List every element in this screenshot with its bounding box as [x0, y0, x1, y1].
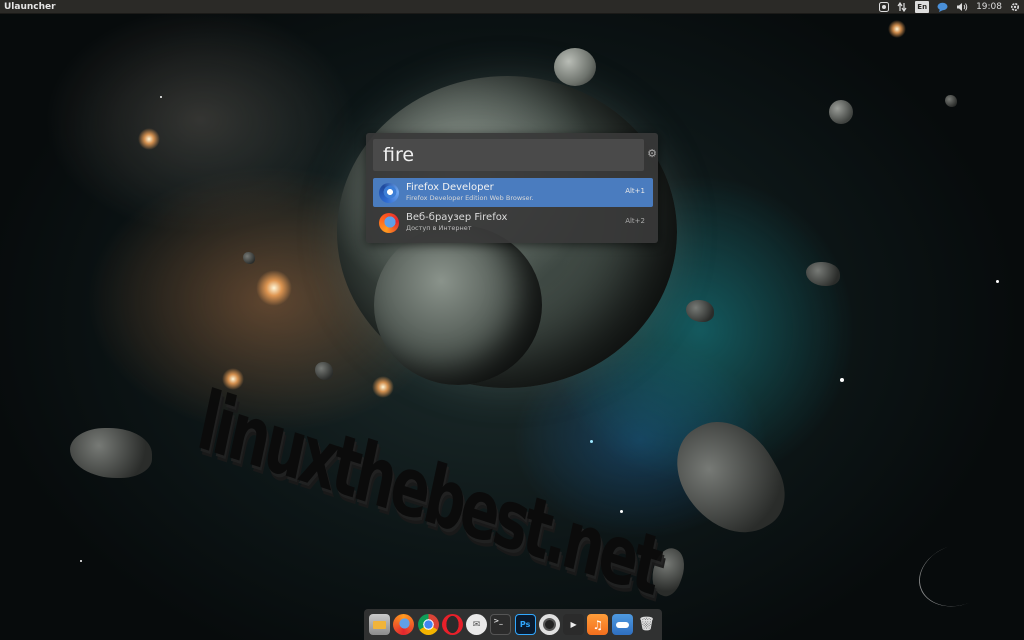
- volume-icon[interactable]: [956, 1, 968, 13]
- network-icon[interactable]: [897, 1, 907, 13]
- power-gear-icon[interactable]: [1010, 1, 1020, 13]
- result-item-firefox-developer[interactable]: Firefox Developer Firefox Developer Edit…: [373, 178, 653, 207]
- launcher-window: ⚙ Firefox Developer Firefox Developer Ed…: [366, 133, 658, 243]
- result-shortcut: Alt+1: [625, 187, 645, 195]
- result-item-firefox[interactable]: Веб-браузер Firefox Доступ в Интернет Al…: [373, 208, 653, 237]
- wallpaper-asteroid: [315, 362, 333, 380]
- chrome-icon[interactable]: [417, 614, 439, 635]
- wallpaper-watermark: linuxthebest.net: [190, 372, 668, 614]
- top-panel: Ulauncher En 19:08: [0, 0, 1024, 14]
- keyboard-layout-indicator[interactable]: En: [915, 0, 930, 13]
- music-icon[interactable]: ♫: [587, 614, 609, 635]
- wallpaper-star: [138, 128, 160, 150]
- wallpaper-tiny-moon: [829, 100, 853, 124]
- clock[interactable]: 19:08: [976, 1, 1002, 13]
- wallpaper-small-moon: [554, 48, 596, 86]
- wallpaper-asteroid: [243, 252, 255, 264]
- firefox-developer-icon: [379, 182, 399, 203]
- photoshop-icon[interactable]: Ps: [514, 614, 536, 635]
- result-shortcut: Alt+2: [625, 217, 645, 225]
- result-text: Веб-браузер Firefox Доступ в Интернет: [406, 212, 618, 233]
- wallpaper-star: [888, 20, 906, 38]
- chat-icon[interactable]: [937, 1, 948, 13]
- wallpaper-star: [840, 378, 844, 382]
- video-editor-icon[interactable]: ▶: [563, 614, 585, 635]
- result-description: Firefox Developer Edition Web Browser.: [406, 194, 534, 202]
- wallpaper-signature: [910, 533, 1006, 617]
- dropbox-icon[interactable]: [879, 1, 890, 13]
- wallpaper-moon: [374, 225, 542, 385]
- result-text: Firefox Developer Firefox Developer Edit…: [406, 182, 618, 203]
- active-app-title: Ulauncher: [4, 1, 56, 12]
- wallpaper-asteroid: [686, 300, 714, 322]
- wallpaper-star: [256, 270, 292, 306]
- wallpaper-asteroid: [70, 428, 152, 478]
- webcam-icon[interactable]: [538, 614, 560, 635]
- wallpaper-star: [996, 280, 999, 283]
- wallpaper-asteroid: [806, 262, 840, 286]
- trash-icon[interactable]: 🗑: [636, 614, 657, 635]
- firefox-icon[interactable]: [393, 614, 415, 635]
- result-description: Доступ в Интернет: [406, 224, 472, 232]
- wallpaper-star: [160, 96, 162, 98]
- wallpaper-star: [590, 440, 593, 443]
- wallpaper-asteroid: [945, 95, 957, 107]
- search-input[interactable]: [373, 139, 644, 171]
- wallpaper-star: [372, 376, 394, 398]
- toggle-icon[interactable]: [611, 614, 633, 635]
- preferences-gear-icon[interactable]: ⚙: [646, 148, 658, 160]
- terminal-icon[interactable]: >_: [490, 614, 512, 635]
- result-name: Веб-браузер Firefox: [406, 212, 508, 223]
- firefox-icon: [379, 212, 399, 233]
- files-icon[interactable]: [369, 614, 390, 635]
- wallpaper-star: [80, 560, 82, 562]
- wallpaper-asteroid: [660, 403, 800, 553]
- system-tray: En 19:08: [879, 0, 1020, 14]
- dock: ✉ >_ Ps ▶ ♫ 🗑: [364, 609, 662, 640]
- result-name: Firefox Developer: [406, 182, 494, 193]
- mail-icon[interactable]: ✉: [466, 614, 488, 635]
- opera-icon[interactable]: [441, 614, 463, 635]
